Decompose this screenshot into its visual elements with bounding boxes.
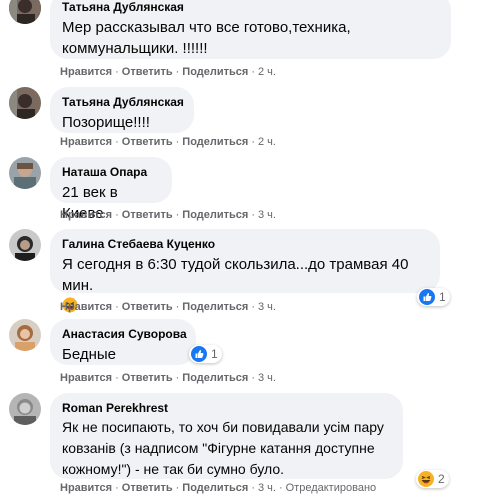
reaction-count: 2 bbox=[438, 472, 445, 486]
avatar[interactable] bbox=[9, 393, 41, 425]
reaction-count: 1 bbox=[211, 347, 218, 361]
share-link[interactable]: Поделиться bbox=[182, 66, 248, 78]
comment-time[interactable]: 2 ч. bbox=[258, 136, 276, 148]
comment-actions: Нравится · Ответить · Поделиться · 3 ч. bbox=[60, 372, 276, 384]
avatar-photo-icon bbox=[9, 0, 41, 24]
comment-time[interactable]: 2 ч. bbox=[258, 66, 276, 78]
comment-text-line: Як не посипають, то хоч би повидавали ус… bbox=[62, 419, 384, 435]
like-link[interactable]: Нравится bbox=[60, 136, 112, 148]
edited-label[interactable]: Отредактировано bbox=[286, 482, 377, 494]
like-reaction-icon bbox=[419, 289, 435, 305]
comment-time[interactable]: 3 ч. bbox=[258, 209, 276, 221]
avatar[interactable] bbox=[9, 87, 41, 119]
comment-time[interactable]: 3 ч. bbox=[258, 372, 276, 384]
comment-bubble: Татьяна Дублянская Мер рассказывал что в… bbox=[50, 0, 451, 59]
like-link[interactable]: Нравится bbox=[60, 301, 112, 313]
comment-text-line: Позорище!!!! bbox=[62, 114, 150, 131]
comment-text-line: ковзанів (з надписом "Фігурне катання до… bbox=[62, 440, 375, 456]
comment-time[interactable]: 3 ч. bbox=[258, 482, 276, 494]
reply-link[interactable]: Ответить bbox=[122, 136, 173, 148]
comment-bubble: Анастасия Суворова Бедные bbox=[50, 319, 196, 365]
share-link[interactable]: Поделиться bbox=[182, 482, 248, 494]
reactions-badge[interactable]: 1 bbox=[189, 345, 222, 363]
share-link[interactable]: Поделиться bbox=[182, 301, 248, 313]
comment-text-line: Бедные bbox=[62, 346, 117, 363]
reply-link[interactable]: Ответить bbox=[122, 372, 173, 384]
comment-text-line: коммунальщики. !!!!!! bbox=[62, 40, 208, 57]
comment-author[interactable]: Галина Стебаева Куценко bbox=[62, 236, 428, 252]
comment-text-line: Мер рассказывал что все готово,техника, bbox=[62, 19, 351, 36]
like-reaction-icon bbox=[191, 346, 207, 362]
comment-bubble: Галина Стебаева Куценко Я сегодня в 6:30… bbox=[50, 229, 440, 313]
comment-author[interactable]: Roman Perekhrest bbox=[62, 400, 391, 416]
comment-actions: Нравится · Ответить · Поделиться · 2 ч. bbox=[60, 66, 276, 78]
share-link[interactable]: Поделиться bbox=[182, 209, 248, 221]
avatar-photo-icon bbox=[9, 157, 41, 189]
share-link[interactable]: Поделиться bbox=[182, 372, 248, 384]
comment-bubble: Roman Perekhrest Як не посипають, то хоч… bbox=[50, 393, 403, 479]
reply-link[interactable]: Ответить bbox=[122, 209, 173, 221]
comment-text-line: кожному!") - не так би сумно було. bbox=[62, 461, 285, 477]
share-link[interactable]: Поделиться bbox=[182, 136, 248, 148]
like-link[interactable]: Нравится bbox=[60, 372, 112, 384]
comment-author[interactable]: Татьяна Дублянская bbox=[62, 0, 439, 15]
avatar[interactable] bbox=[9, 229, 41, 261]
avatar[interactable] bbox=[9, 319, 41, 351]
avatar-photo-icon bbox=[9, 319, 41, 351]
comment-actions: Нравится · Ответить · Поделиться · 3 ч. bbox=[60, 209, 276, 221]
comment-actions: Нравится · Ответить · Поделиться · 3 ч. · Отреда… bbox=[60, 482, 377, 494]
comment-author[interactable]: Татьяна Дублянская bbox=[62, 94, 184, 110]
comment-text-line: Я сегодня в 6:30 тудой скользила...до тр… bbox=[62, 256, 409, 294]
avatar-photo-icon bbox=[9, 229, 41, 261]
comment-actions: Нравится · Ответить · Поделиться · 3 ч. bbox=[60, 301, 276, 313]
reply-link[interactable]: Ответить bbox=[122, 66, 173, 78]
like-link[interactable]: Нравится bbox=[60, 209, 112, 221]
comment-author[interactable]: Анастасия Суворова bbox=[62, 326, 187, 342]
reaction-count: 1 bbox=[439, 290, 446, 304]
reply-link[interactable]: Ответить bbox=[122, 301, 173, 313]
comment-bubble: Наташа Опара 21 век в Киеве bbox=[50, 157, 172, 222]
reply-link[interactable]: Ответить bbox=[122, 482, 173, 494]
like-link[interactable]: Нравится bbox=[60, 66, 112, 78]
comment-author[interactable]: Наташа Опара bbox=[62, 164, 160, 180]
comment-actions: Нравится · Ответить · Поделиться · 2 ч. bbox=[60, 136, 276, 148]
reactions-badge[interactable]: 1 bbox=[417, 288, 450, 306]
avatar-photo-icon bbox=[9, 393, 41, 425]
avatar[interactable] bbox=[9, 157, 41, 189]
reactions-badge[interactable]: 2 bbox=[416, 470, 449, 488]
avatar[interactable] bbox=[9, 0, 41, 24]
comment-time[interactable]: 3 ч. bbox=[258, 301, 276, 313]
like-link[interactable]: Нравится bbox=[60, 482, 112, 494]
comment-bubble: Татьяна Дублянская Позорище!!!! bbox=[50, 87, 194, 133]
haha-reaction-icon bbox=[418, 471, 434, 487]
avatar-photo-icon bbox=[9, 87, 41, 119]
